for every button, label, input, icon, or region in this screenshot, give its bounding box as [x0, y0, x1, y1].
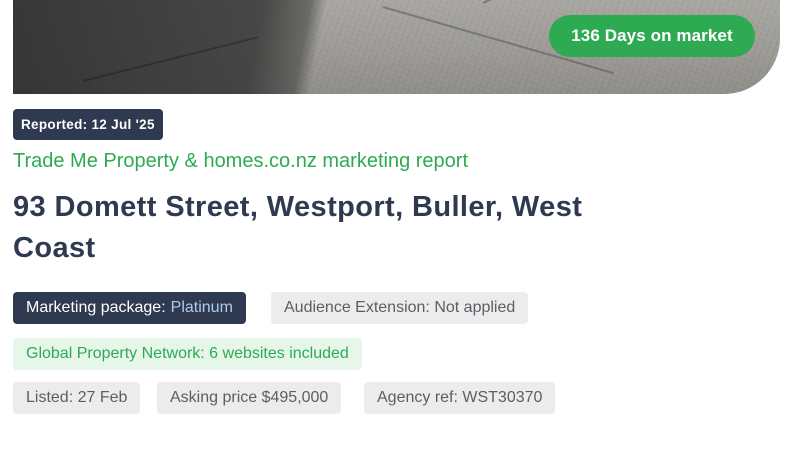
agency-ref-chip: Agency ref: WST30370	[364, 382, 556, 414]
report-title: Trade Me Property & homes.co.nz marketin…	[13, 150, 468, 172]
days-on-market-badge: 136 Days on market	[549, 15, 755, 57]
property-photo: 136 Days on market	[13, 0, 780, 94]
listed-date-chip: Listed: 27 Feb	[13, 382, 141, 414]
property-address: 93 Domett Street, Westport, Buller, West…	[13, 191, 583, 264]
marketing-package-label: Marketing package:	[26, 299, 166, 316]
marketing-package-value: Platinum	[170, 299, 233, 316]
audience-extension-chip: Audience Extension: Not applied	[271, 292, 529, 324]
marketing-package-chip: Marketing package: Platinum	[13, 292, 246, 324]
asking-price-chip: Asking price $495,000	[157, 382, 342, 414]
global-property-network-chip: Global Property Network: 6 websites incl…	[13, 338, 362, 370]
reported-date-badge: Reported: 12 Jul '25	[13, 109, 163, 140]
marketing-report-page: 136 Days on market Reported: 12 Jul '25 …	[0, 0, 800, 450]
